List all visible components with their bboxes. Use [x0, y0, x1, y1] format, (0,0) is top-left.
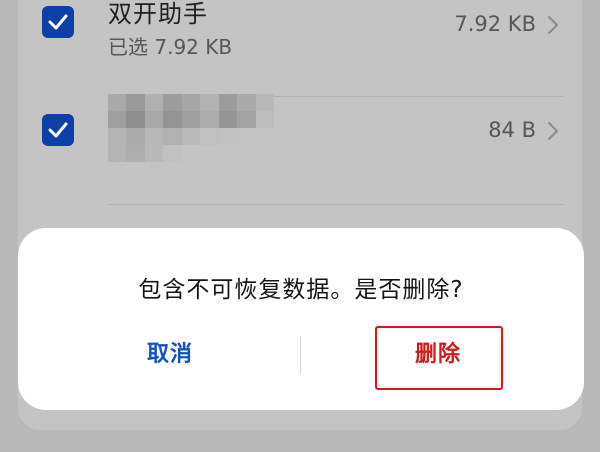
chevron-right-icon[interactable] [546, 120, 560, 142]
item-subtitle: 已选 7.92 KB [108, 35, 233, 59]
chevron-right-icon[interactable] [546, 14, 560, 36]
item-checkbox[interactable] [42, 6, 74, 38]
row-divider [108, 204, 564, 205]
pixelated-item-name [108, 94, 274, 162]
item-checkbox[interactable] [42, 114, 74, 146]
list-item[interactable]: 84 B [18, 94, 582, 200]
dialog-message: 包含不可恢复数据。是否删除? [138, 277, 464, 303]
button-separator [300, 336, 301, 374]
check-icon [48, 14, 68, 30]
check-icon [48, 122, 68, 138]
cancel-button[interactable]: 取消 [80, 332, 260, 376]
item-size: 7.92 KB [454, 12, 536, 36]
list-item[interactable]: 双开助手 已选 7.92 KB 7.92 KB [18, 0, 582, 96]
delete-highlight-box [375, 326, 503, 390]
item-title: 双开助手 [108, 0, 208, 28]
delete-confirm-dialog: 包含不可恢复数据。是否删除? 取消 删除 [18, 228, 584, 410]
item-size: 84 B [488, 118, 536, 142]
